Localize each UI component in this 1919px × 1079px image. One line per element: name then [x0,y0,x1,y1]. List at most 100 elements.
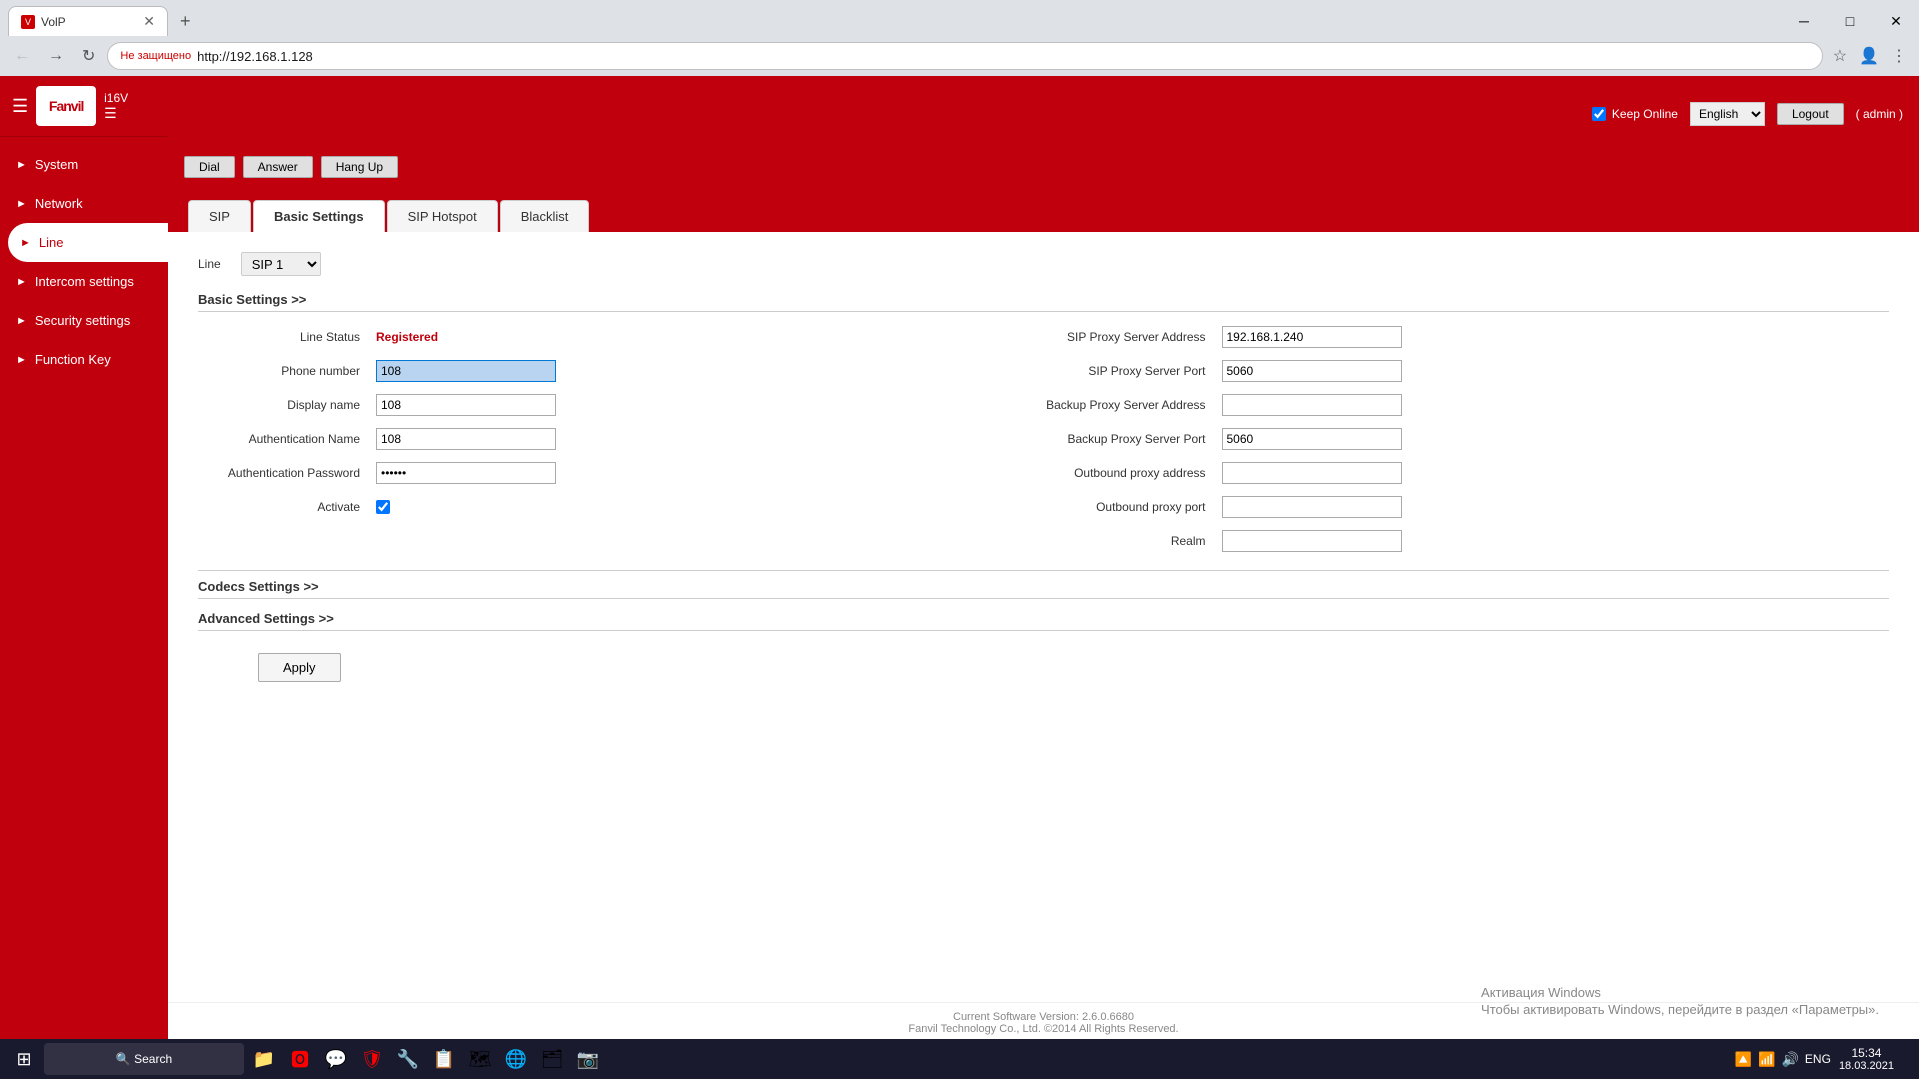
answer-button[interactable]: Answer [243,156,313,178]
realm-label: Realm [1044,534,1214,548]
sip-proxy-port-label: SIP Proxy Server Port [1044,364,1214,378]
display-name-input[interactable] [376,394,556,416]
address-text: http://192.168.1.128 [197,49,313,64]
phone-number-input[interactable] [376,360,556,382]
footer-version: Current Software Version: 2.6.0.6680 [176,1011,1911,1023]
taskbar-opera[interactable]: 🅾 [284,1043,316,1075]
logo-area: ☰ Fanvil i16V ☰ [0,76,168,137]
header-controls: Keep Online English Chinese Logout ( adm… [1592,102,1903,126]
toolbar-right: ☆ 👤 ⋮ [1829,42,1911,70]
settings-icon[interactable]: ☰ [104,105,117,121]
tab-close-button[interactable]: ✕ [143,13,155,30]
dial-button[interactable]: Dial [184,156,235,178]
logo-model: i16V [104,91,128,105]
basic-settings-form: Line Status Registered Phone number Disp… [198,324,1889,554]
keep-online-checkbox[interactable] [1592,107,1606,121]
sip-proxy-port-row: SIP Proxy Server Port [1044,358,1890,384]
tab-sip[interactable]: SIP [188,200,251,232]
tray-network[interactable]: 📶 [1758,1051,1775,1068]
start-button[interactable]: ⊞ [8,1043,40,1075]
taskbar-app2[interactable]: 🔧 [392,1043,424,1075]
hang-up-button[interactable]: Hang Up [321,156,398,178]
line-selector: Line SIP 1 SIP 2 SIP 3 SIP 4 [198,252,1889,276]
app-body: ☰ Fanvil i16V ☰ ► System ► Network ► [0,76,1919,1043]
apply-button[interactable]: Apply [258,653,341,682]
taskbar-search[interactable]: 🔍 Search [44,1043,244,1075]
sidebar-item-function-key[interactable]: ► Function Key [0,340,168,379]
footer-copyright: Fanvil Technology Co., Ltd. ©2014 All Ri… [176,1023,1911,1035]
taskbar-app4[interactable]: 🗺 [464,1043,496,1075]
sidebar-item-network[interactable]: ► Network [0,184,168,223]
profile-button[interactable]: 👤 [1855,42,1883,70]
address-bar-row: ← → ↻ Не защищено http://192.168.1.128 ☆… [0,36,1919,76]
sidebar-label-line: Line [39,235,64,250]
header-bar: Keep Online English Chinese Logout ( adm… [168,76,1919,152]
line-status-row: Line Status Registered [198,324,1044,350]
sidebar-item-line[interactable]: ► Line [8,223,168,262]
browser-chrome: V VolP ✕ + ─ □ ✕ ← → ↻ Не защищено http:… [0,0,1919,76]
sidebar-item-intercom[interactable]: ► Intercom settings [0,262,168,301]
auth-password-input[interactable] [376,462,556,484]
auth-name-input[interactable] [376,428,556,450]
tab-basic-settings[interactable]: Basic Settings [253,200,385,232]
tab-title: VolP [41,15,135,29]
sip-proxy-port-input[interactable] [1222,360,1402,382]
back-button[interactable]: ← [8,43,36,69]
tab-blacklist[interactable]: Blacklist [500,200,590,232]
taskbar-app6[interactable]: 📷 [572,1043,604,1075]
keep-online-control: Keep Online [1592,107,1678,121]
display-name-label: Display name [198,398,368,412]
tray-up-arrow[interactable]: 🔼 [1735,1051,1752,1068]
taskbar-file-explorer[interactable]: 📁 [248,1043,280,1075]
right-panel: Keep Online English Chinese Logout ( adm… [168,76,1919,1043]
arrow-icon: ► [16,159,27,171]
outbound-proxy-addr-input[interactable] [1222,462,1402,484]
taskbar-app3[interactable]: 📋 [428,1043,460,1075]
maximize-button[interactable]: □ [1827,6,1873,36]
line-status-value: Registered [376,330,438,344]
sidebar-label-function-key: Function Key [35,352,111,367]
address-bar[interactable]: Не защищено http://192.168.1.128 [107,42,1822,70]
bookmark-button[interactable]: ☆ [1829,42,1851,70]
hamburger-icon[interactable]: ☰ [12,96,28,117]
language-select[interactable]: English Chinese [1690,102,1765,126]
taskbar-skype[interactable]: 💬 [320,1043,352,1075]
line-select[interactable]: SIP 1 SIP 2 SIP 3 SIP 4 [241,252,321,276]
arrow-icon: ► [16,276,27,288]
arrow-icon: ► [20,237,31,249]
browser-tab-voip[interactable]: V VolP ✕ [8,6,168,36]
outbound-proxy-addr-row: Outbound proxy address [1044,460,1890,486]
menu-button[interactable]: ⋮ [1887,42,1911,70]
forward-button[interactable]: → [42,43,70,69]
taskbar: ⊞ 🔍 Search 📁 🅾 💬 🛡 🔧 📋 🗺 🌐 🗂 📷 🔼 📶 🔊 ENG… [0,1039,1919,1079]
minimize-button[interactable]: ─ [1781,6,1827,36]
taskbar-left: ⊞ 🔍 Search 📁 🅾 💬 🛡 🔧 📋 🗺 🌐 🗂 📷 [8,1043,604,1075]
tray-volume[interactable]: 🔊 [1781,1051,1798,1068]
refresh-button[interactable]: ↻ [76,42,101,70]
activate-checkbox[interactable] [376,500,390,514]
action-bar: Dial Answer Hang Up [168,152,1919,186]
outbound-proxy-port-input[interactable] [1222,496,1402,518]
codecs-settings-header[interactable]: Codecs Settings >> [198,579,1889,599]
advanced-settings-header[interactable]: Advanced Settings >> [198,611,1889,631]
sip-proxy-addr-input[interactable] [1222,326,1402,348]
basic-settings-header[interactable]: Basic Settings >> [198,292,1889,312]
apply-row: Apply [198,643,1889,682]
new-tab-button[interactable]: + [172,11,199,32]
taskbar-chrome[interactable]: 🌐 [500,1043,532,1075]
backup-proxy-addr-input[interactable] [1222,394,1402,416]
logout-button[interactable]: Logout [1777,103,1844,125]
sidebar-item-security[interactable]: ► Security settings [0,301,168,340]
clock-area[interactable]: 15:34 18.03.2021 [1839,1046,1894,1072]
tray-language[interactable]: ENG [1805,1052,1831,1066]
close-button[interactable]: ✕ [1873,6,1919,36]
backup-proxy-port-input[interactable] [1222,428,1402,450]
taskbar-app1[interactable]: 🛡 [356,1043,388,1075]
realm-input[interactable] [1222,530,1402,552]
tab-sip-hotspot[interactable]: SIP Hotspot [387,200,498,232]
form-right: SIP Proxy Server Address SIP Proxy Serve… [1044,324,1890,554]
sidebar-item-system[interactable]: ► System [0,145,168,184]
sidebar-nav: ► System ► Network ► Line ► Intercom set… [0,137,168,1043]
taskbar-app5[interactable]: 🗂 [536,1043,568,1075]
sip-proxy-addr-label: SIP Proxy Server Address [1044,330,1214,344]
